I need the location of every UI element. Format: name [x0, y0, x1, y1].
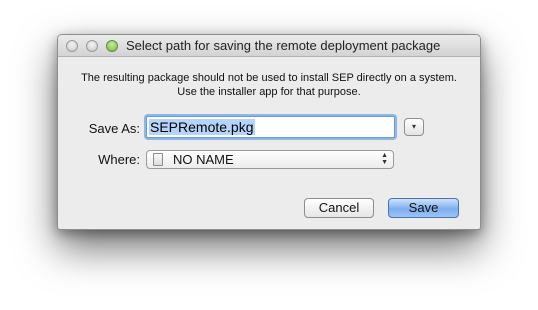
close-icon[interactable] [66, 40, 78, 52]
cancel-button[interactable]: Cancel [304, 198, 374, 218]
title-bar[interactable]: Select path for saving the remote deploy… [58, 35, 480, 57]
save-button[interactable]: Save [388, 198, 459, 218]
where-value: NO NAME [173, 152, 234, 167]
save-as-input[interactable]: SEPRemote.pkg [146, 116, 395, 138]
where-popup[interactable]: NO NAME ▲ ▼ [146, 150, 394, 169]
save-dialog: Select path for saving the remote deploy… [57, 34, 481, 230]
expand-button[interactable]: ▾ [404, 118, 424, 136]
where-label: Where: [98, 152, 140, 167]
up-down-arrows-icon: ▲ ▼ [381, 152, 388, 166]
minimize-icon[interactable] [86, 40, 98, 52]
disk-icon [153, 153, 163, 166]
message-line-1: The resulting package should not be used… [81, 72, 457, 84]
zoom-icon[interactable] [106, 40, 118, 52]
message-line-2: Use the installer app for that purpose. [177, 86, 361, 98]
chevron-down-icon: ▾ [411, 122, 416, 131]
save-as-value[interactable]: SEPRemote.pkg [149, 119, 255, 135]
window-title: Select path for saving the remote deploy… [126, 38, 441, 53]
save-as-label: Save As: [88, 121, 140, 136]
info-message: The resulting package should not be used… [58, 71, 480, 99]
